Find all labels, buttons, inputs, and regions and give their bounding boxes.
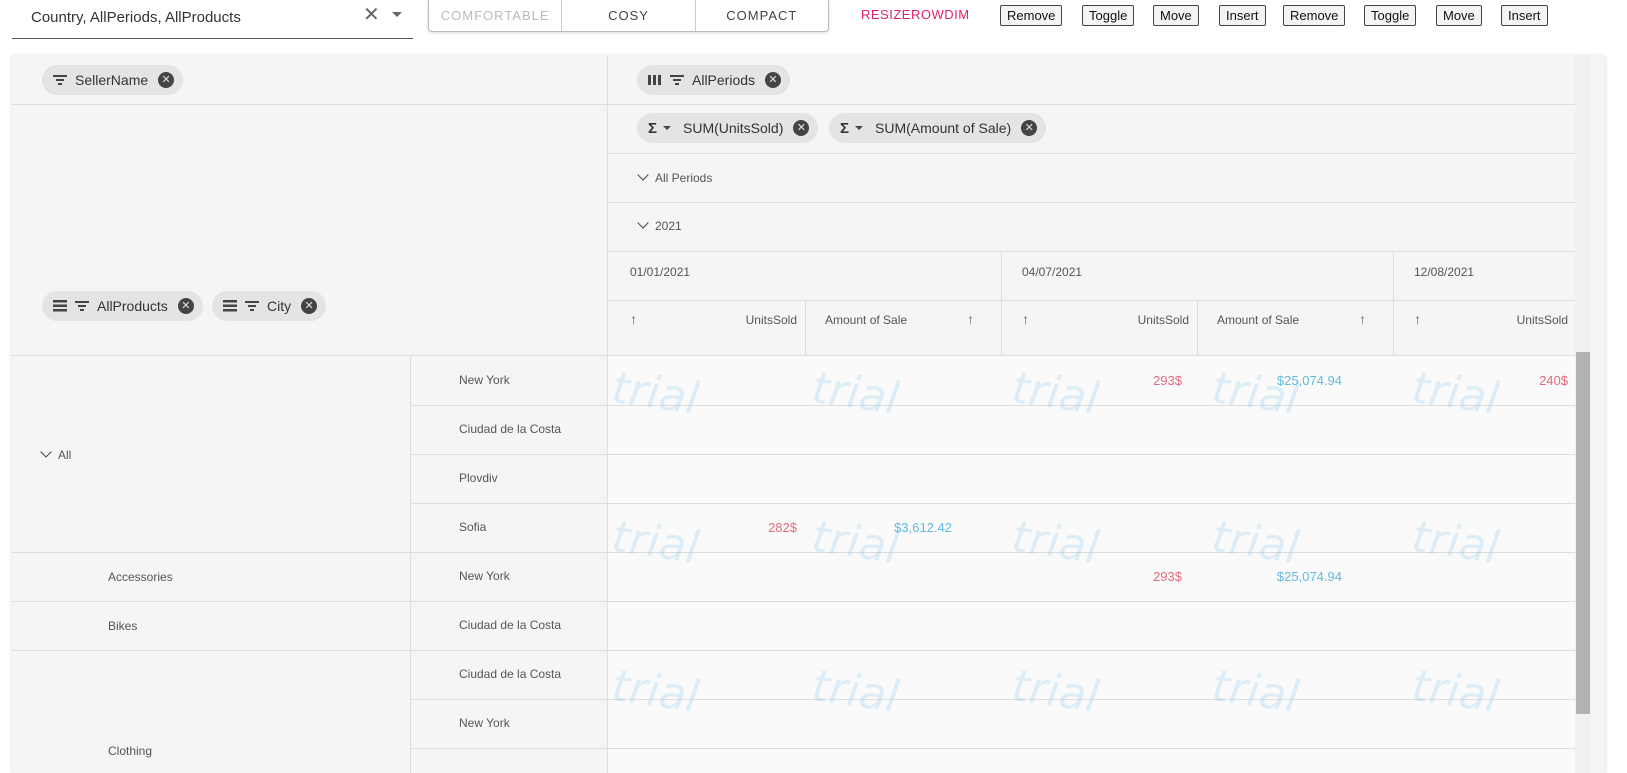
density-cosy-button[interactable]: COSY bbox=[562, 0, 696, 31]
remove-chip-icon[interactable]: ✕ bbox=[301, 298, 318, 314]
measure-header-amount-2[interactable]: Amount of Sale bbox=[1217, 313, 1299, 327]
pivot-grid: SellerName ✕ AllPeriods ✕ Σ SUM(UnitsSol… bbox=[12, 55, 1605, 773]
row-city: Ciudad de la Costa bbox=[459, 667, 562, 681]
density-comfortable-button[interactable]: COMFORTABLE bbox=[429, 0, 563, 31]
cell-units: 293$ bbox=[1153, 569, 1182, 584]
filter-icon bbox=[75, 300, 89, 312]
date-header-3: 12/08/2021 bbox=[1414, 265, 1475, 279]
cell-amount: $25,074.94 bbox=[1276, 373, 1342, 388]
sigma-icon: Σ bbox=[648, 119, 658, 137]
row-city: Ciudad de la Costa bbox=[459, 618, 562, 632]
remove-chip-icon[interactable]: ✕ bbox=[1021, 120, 1038, 136]
remove-chip-icon[interactable]: ✕ bbox=[765, 72, 782, 88]
row-group-all[interactable]: All bbox=[40, 446, 71, 462]
remove-chip-icon[interactable]: ✕ bbox=[177, 298, 194, 314]
resize-row-dim-button[interactable]: RESIZEROWDIM bbox=[861, 7, 970, 22]
chip-label: SUM(Amount of Sale) bbox=[875, 120, 1012, 136]
insert-button-2[interactable]: Insert bbox=[1501, 5, 1548, 26]
clear-icon[interactable]: ✕ bbox=[363, 3, 380, 27]
column-chip-allperiods[interactable]: AllPeriods ✕ bbox=[637, 65, 791, 95]
aggregate-dropdown-icon[interactable] bbox=[663, 126, 672, 130]
chip-label: SUM(UnitsSold) bbox=[683, 120, 784, 136]
row-city: New York bbox=[459, 716, 510, 730]
sigma-icon: Σ bbox=[840, 119, 850, 137]
chevron-down-icon[interactable] bbox=[637, 217, 649, 229]
density-toggle: COMFORTABLE COSY COMPACT bbox=[428, 0, 829, 32]
chip-label: AllProducts bbox=[97, 298, 168, 314]
dimension-combo[interactable]: Country, AllPeriods, AllProducts ✕ bbox=[12, 0, 413, 39]
rows-icon bbox=[53, 300, 67, 312]
toggle-button-1[interactable]: Toggle bbox=[1082, 5, 1135, 26]
row-city: New York bbox=[459, 373, 510, 387]
value-chip-unitssold[interactable]: Σ SUM(UnitsSold) ✕ bbox=[637, 113, 819, 143]
rows-icon bbox=[223, 300, 237, 312]
row-city: Sofia bbox=[459, 520, 487, 534]
toggle-button-2[interactable]: Toggle bbox=[1364, 5, 1417, 26]
remove-chip-icon[interactable]: ✕ bbox=[158, 72, 175, 88]
chevron-down-icon[interactable] bbox=[40, 446, 52, 458]
row-group-clothing: Clothing bbox=[108, 744, 153, 758]
remove-button-2[interactable]: Remove bbox=[1283, 5, 1346, 26]
caret-down-icon[interactable] bbox=[392, 12, 402, 17]
chip-label: AllPeriods bbox=[692, 72, 756, 88]
sort-arrow-up-icon[interactable]: ↑ bbox=[1022, 311, 1029, 327]
cell-units: 282$ bbox=[768, 520, 797, 535]
value-chip-amount[interactable]: Σ SUM(Amount of Sale) ✕ bbox=[829, 113, 1047, 143]
row-chip-city[interactable]: City ✕ bbox=[212, 291, 327, 321]
row-city: Plovdiv bbox=[459, 471, 498, 485]
row-group-accessories: Accessories bbox=[108, 570, 173, 584]
insert-button-1[interactable]: Insert bbox=[1219, 5, 1266, 26]
scrollbar-thumb[interactable] bbox=[1576, 352, 1590, 714]
density-compact-button[interactable]: COMPACT bbox=[696, 0, 828, 31]
all-periods-header[interactable]: All Periods bbox=[637, 169, 712, 185]
row-city: Ciudad de la Costa bbox=[459, 422, 562, 436]
filter-icon bbox=[670, 74, 684, 86]
move-button-1[interactable]: Move bbox=[1153, 5, 1199, 26]
sort-arrow-up-icon[interactable]: ↑ bbox=[1414, 311, 1421, 327]
date-header-2: 04/07/2021 bbox=[1022, 265, 1083, 279]
cell-amount: $3,612.42 bbox=[894, 520, 952, 535]
filter-chip-sellername[interactable]: SellerName ✕ bbox=[42, 65, 184, 95]
sort-arrow-up-icon[interactable]: ↑ bbox=[1359, 311, 1366, 327]
date-header-1: 01/01/2021 bbox=[630, 265, 691, 279]
cell-amount: $25,074.94 bbox=[1276, 569, 1342, 584]
combo-value: Country, AllPeriods, AllProducts bbox=[31, 9, 241, 26]
measure-header-units-2[interactable]: UnitsSold bbox=[1104, 313, 1189, 327]
cell-units: 240$ bbox=[1539, 373, 1568, 388]
chip-label: City bbox=[267, 298, 292, 314]
year-header[interactable]: 2021 bbox=[637, 217, 682, 233]
measure-header-units-3[interactable]: UnitsSold bbox=[1482, 313, 1568, 327]
filter-icon bbox=[53, 74, 67, 86]
filter-icon bbox=[245, 300, 259, 312]
sort-arrow-up-icon[interactable]: ↑ bbox=[630, 311, 637, 327]
columns-icon bbox=[648, 74, 662, 86]
vertical-scrollbar[interactable] bbox=[1575, 55, 1591, 773]
cell-units: 293$ bbox=[1153, 373, 1182, 388]
move-button-2[interactable]: Move bbox=[1436, 5, 1482, 26]
aggregate-dropdown-icon[interactable] bbox=[855, 126, 864, 130]
row-chip-allproducts[interactable]: AllProducts ✕ bbox=[42, 291, 203, 321]
row-city: New York bbox=[459, 569, 510, 583]
sort-arrow-up-icon[interactable]: ↑ bbox=[967, 311, 974, 327]
measure-header-amount-1[interactable]: Amount of Sale bbox=[825, 313, 907, 327]
remove-button-1[interactable]: Remove bbox=[1000, 5, 1063, 26]
row-group-bikes: Bikes bbox=[108, 619, 138, 633]
measure-header-units-1[interactable]: UnitsSold bbox=[712, 313, 797, 327]
pivot-body: All Accessories Bikes Clothing New York … bbox=[12, 356, 1605, 773]
chevron-down-icon[interactable] bbox=[637, 169, 649, 181]
remove-chip-icon[interactable]: ✕ bbox=[793, 120, 810, 136]
chip-label: SellerName bbox=[75, 72, 149, 88]
